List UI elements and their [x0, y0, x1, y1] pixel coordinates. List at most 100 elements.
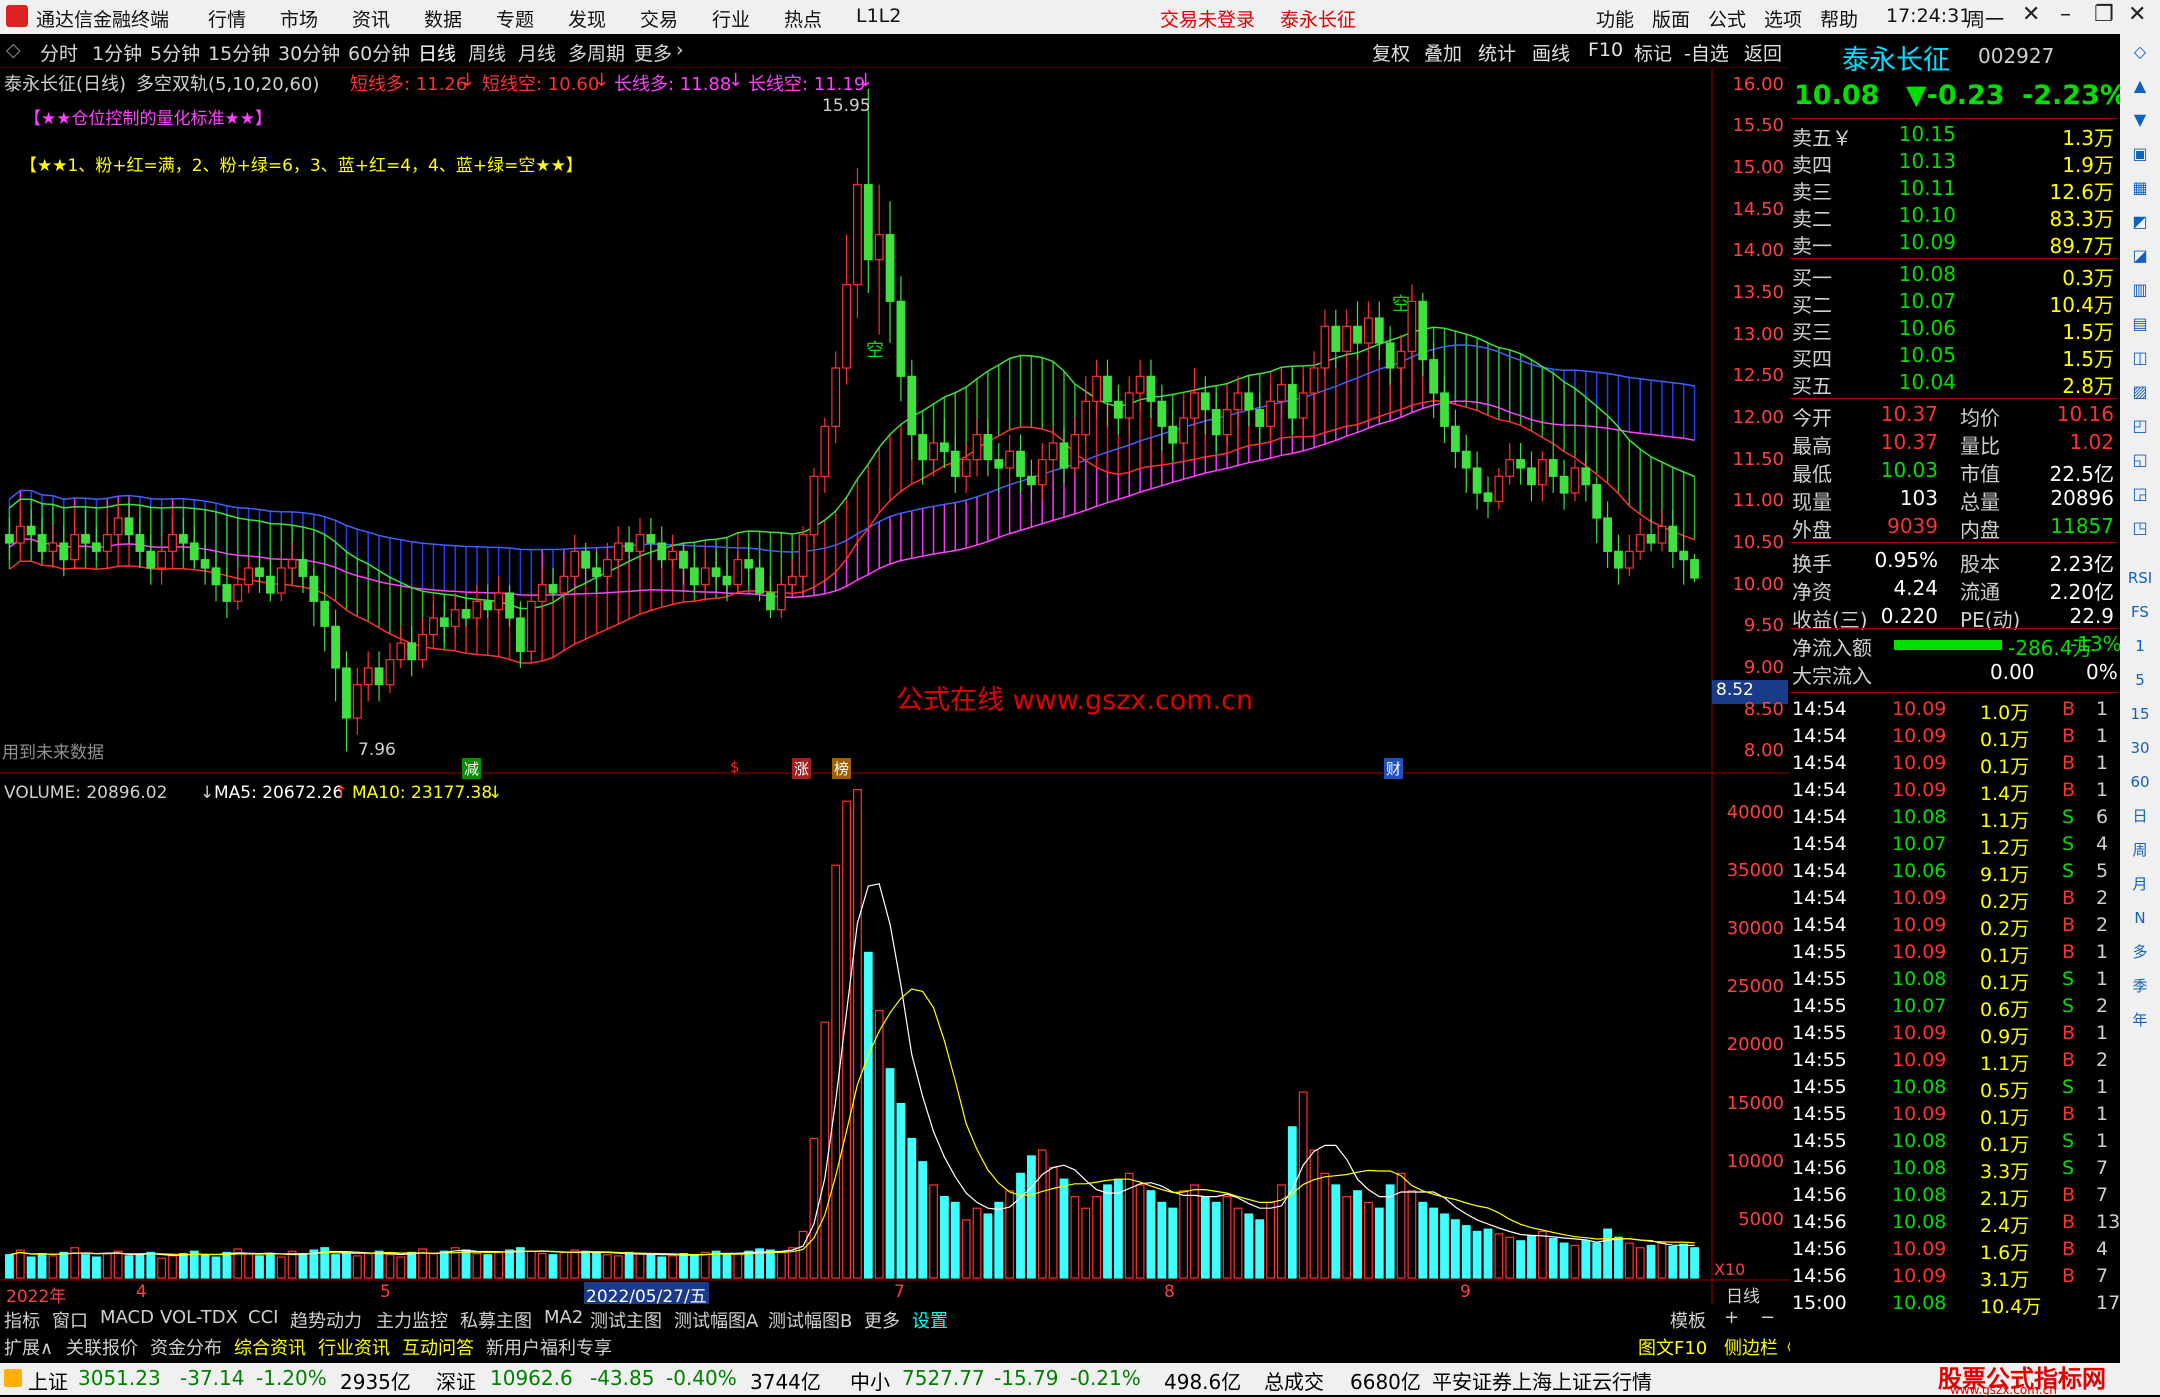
side-period-2[interactable]: 1 — [2126, 632, 2154, 660]
chevron-right-icon[interactable]: › — [676, 39, 684, 61]
side-period-7[interactable]: 日 — [2126, 802, 2154, 830]
menu-zixun[interactable]: 资讯 — [352, 5, 390, 32]
tab-qa[interactable]: 互动问答 — [402, 1334, 474, 1360]
tab-zhibiao[interactable]: 指标 — [4, 1307, 40, 1333]
formula-name[interactable]: 多空双轨(5,10,20,60) — [136, 70, 319, 96]
period-weekly[interactable]: 周线 — [468, 39, 506, 66]
bid-row[interactable]: 买四 10.05 1.5万 — [1790, 343, 2118, 371]
menu-xuanxiang[interactable]: 选项 — [1764, 5, 1802, 32]
side-period-11[interactable]: 多 — [2126, 938, 2154, 966]
event-zhang[interactable]: 涨 — [792, 758, 812, 779]
bid-row[interactable]: 买三 10.06 1.5万 — [1790, 316, 2118, 344]
side-period-12[interactable]: 季 — [2126, 972, 2154, 1000]
ask-row[interactable]: 卖五￥ 10.15 1.3万 — [1790, 122, 2118, 150]
tab-ma2[interactable]: MA2 — [544, 1307, 583, 1328]
side-tool-icon[interactable]: ◇ — [2126, 38, 2154, 66]
side-tool-icon[interactable]: ▣ — [2126, 140, 2154, 168]
tab-extend[interactable]: 扩展∧ — [4, 1334, 53, 1360]
side-period-1[interactable]: FS — [2126, 598, 2154, 626]
side-tool-icon[interactable]: ▦ — [2126, 174, 2154, 202]
tab-template[interactable]: 模板 — [1670, 1307, 1706, 1333]
side-tool-icon[interactable]: ▼ — [2126, 106, 2154, 134]
side-tool-icon[interactable]: ▲ — [2126, 72, 2154, 100]
menu-gongshi[interactable]: 公式 — [1708, 5, 1746, 32]
period-monthly[interactable]: 月线 — [518, 39, 556, 66]
tool-huaxian[interactable]: 画线 — [1532, 39, 1570, 66]
close-icon[interactable]: ✕ — [2128, 2, 2146, 27]
event-dollar[interactable]: $ — [730, 758, 740, 776]
tab-test-main[interactable]: 测试主图 — [590, 1307, 662, 1333]
tab-chuangkou[interactable]: 窗口 — [52, 1307, 88, 1333]
side-tool-icon[interactable]: ◲ — [2126, 480, 2154, 508]
side-period-13[interactable]: 年 — [2126, 1006, 2154, 1034]
tab-f10-graph[interactable]: 图文F10 — [1638, 1334, 1707, 1360]
menu-faxian[interactable]: 发现 — [568, 5, 606, 32]
side-tool-icon[interactable]: ◩ — [2126, 208, 2154, 236]
tab-qushi[interactable]: 趋势动力 — [290, 1307, 362, 1333]
ask-row[interactable]: 卖三 10.11 12.6万 — [1790, 176, 2118, 204]
side-tool-icon[interactable]: ◱ — [2126, 446, 2154, 474]
period-15min[interactable]: 15分钟 — [208, 39, 270, 66]
event-jian[interactable]: 减 — [462, 758, 482, 779]
toggle-sidebar[interactable]: 侧边栏《 — [1724, 1334, 1796, 1360]
index-sh-name[interactable]: 上证 — [28, 1366, 68, 1395]
menu-l1l2[interactable]: L1L2 — [856, 5, 901, 27]
side-period-3[interactable]: 5 — [2126, 666, 2154, 694]
tab-new-user[interactable]: 新用户福利专享 — [486, 1334, 612, 1360]
close-app-icon[interactable]: ✕ — [2022, 2, 2040, 27]
period-1min[interactable]: 1分钟 — [92, 39, 142, 66]
period-5min[interactable]: 5分钟 — [150, 39, 200, 66]
side-tool-icon[interactable]: ◪ — [2126, 242, 2154, 270]
menu-jiaoyi[interactable]: 交易 — [640, 5, 678, 32]
side-period-4[interactable]: 15 — [2126, 700, 2154, 728]
tool-zixuan[interactable]: -自选 — [1684, 39, 1729, 66]
tool-f10[interactable]: F10 — [1588, 39, 1623, 61]
side-tool-icon[interactable]: ▨ — [2126, 378, 2154, 406]
side-tool-icon[interactable]: ◳ — [2126, 514, 2154, 542]
side-tool-icon[interactable]: ◫ — [2126, 344, 2154, 372]
tab-settings[interactable]: 设置 — [912, 1307, 948, 1333]
ask-row[interactable]: 卖四 10.13 1.9万 — [1790, 149, 2118, 177]
event-cai[interactable]: 财 — [1384, 758, 1404, 779]
menu-hangqing[interactable]: 行情 — [208, 5, 246, 32]
add-icon[interactable]: + — [1724, 1307, 1739, 1328]
side-period-9[interactable]: 月 — [2126, 870, 2154, 898]
menu-gongneng[interactable]: 功能 — [1596, 5, 1634, 32]
tab-industry-news[interactable]: 行业资讯 — [318, 1334, 390, 1360]
period-60min[interactable]: 60分钟 — [348, 39, 410, 66]
side-period-5[interactable]: 30 — [2126, 734, 2154, 762]
period-fenshi[interactable]: 分时 — [40, 39, 78, 66]
index-zx-name[interactable]: 中小 — [850, 1366, 890, 1395]
chart-area[interactable]: 泰永长征(日线) 多空双轨(5,10,20,60) 短线多: 11.26 ↓ 短… — [0, 68, 1790, 1307]
menu-banmian[interactable]: 版面 — [1652, 5, 1690, 32]
index-sz-name[interactable]: 深证 — [436, 1366, 476, 1395]
bid-row[interactable]: 买一 10.08 0.3万 — [1790, 262, 2118, 290]
tab-vol-tdx[interactable]: VOL-TDX — [160, 1307, 238, 1328]
tool-fanhui[interactable]: 返回 — [1744, 39, 1782, 66]
tab-test-b[interactable]: 测试幅图B — [768, 1307, 852, 1333]
kline-svg[interactable] — [0, 68, 1790, 1304]
collapse-icon[interactable]: ◇ — [6, 39, 21, 61]
tab-test-a[interactable]: 测试幅图A — [674, 1307, 758, 1333]
minimize-icon[interactable]: – — [2060, 2, 2071, 27]
period-30min[interactable]: 30分钟 — [278, 39, 340, 66]
side-period-0[interactable]: RSI — [2126, 564, 2154, 592]
tab-fund-distribution[interactable]: 资金分布 — [150, 1334, 222, 1360]
tab-related-quotes[interactable]: 关联报价 — [66, 1334, 138, 1360]
side-period-8[interactable]: 周 — [2126, 836, 2154, 864]
menu-bangzhu[interactable]: 帮助 — [1820, 5, 1858, 32]
ask-row[interactable]: 卖二 10.10 83.3万 — [1790, 203, 2118, 231]
tool-biaoji[interactable]: 标记 — [1634, 39, 1672, 66]
ask-row[interactable]: 卖一 10.09 89.7万 — [1790, 230, 2118, 258]
menu-shuju[interactable]: 数据 — [424, 5, 462, 32]
minus-icon[interactable]: − — [1760, 1307, 1775, 1328]
event-bang[interactable]: 榜 — [832, 758, 852, 779]
bid-row[interactable]: 买二 10.07 10.4万 — [1790, 289, 2118, 317]
tool-tongji[interactable]: 统计 — [1478, 39, 1516, 66]
side-tool-icon[interactable]: ▤ — [2126, 310, 2154, 338]
menu-shichang[interactable]: 市场 — [280, 5, 318, 32]
tab-macd[interactable]: MACD — [100, 1307, 154, 1328]
tab-news[interactable]: 综合资讯 — [234, 1334, 306, 1360]
tool-diejia[interactable]: 叠加 — [1424, 39, 1462, 66]
menu-zhuanti[interactable]: 专题 — [496, 5, 534, 32]
